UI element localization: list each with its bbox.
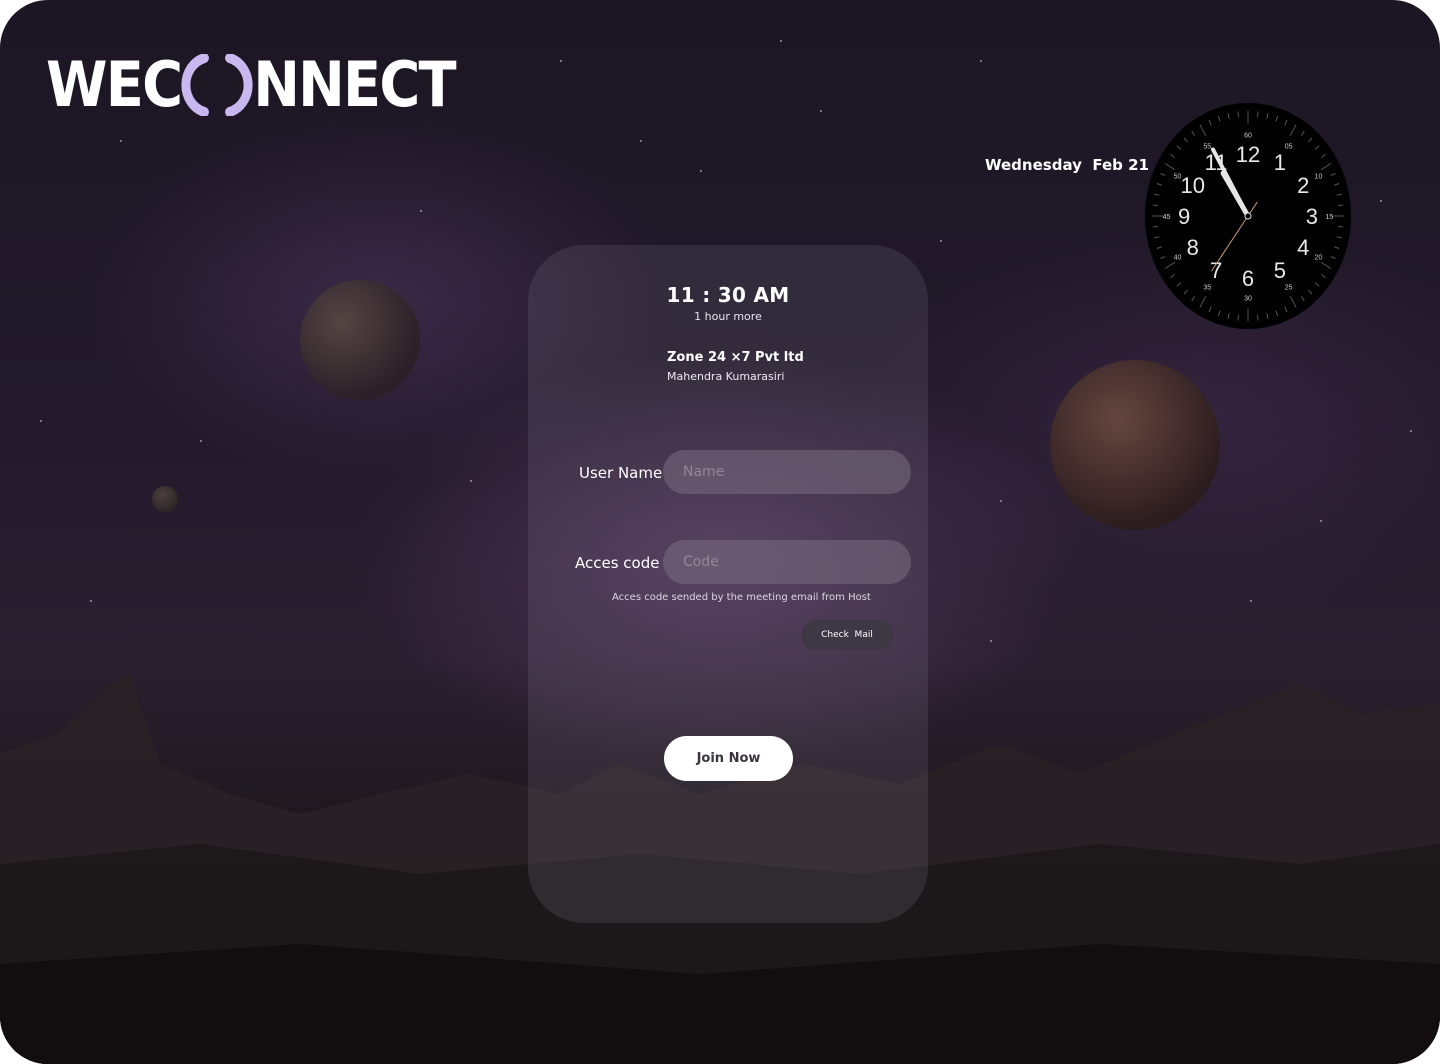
clock-center-pin [1244, 212, 1252, 220]
clock-minute-number: 35 [1203, 284, 1211, 291]
meeting-time-block: 11 : 30 AM 1 hour more [528, 283, 928, 323]
clock-tick [1152, 204, 1158, 207]
clock-minute-number: 25 [1285, 284, 1293, 291]
clock-tick [1237, 111, 1240, 118]
join-now-button[interactable]: Join Now [664, 736, 793, 781]
organization-name: Zone 24 ×7 Pvt ltd [667, 350, 804, 365]
clock-hour-number: 9 [1178, 204, 1190, 229]
clock-hour-number: 1 [1274, 150, 1286, 175]
meeting-time-note: 1 hour more [694, 310, 762, 323]
clock-hour-number: 6 [1242, 266, 1254, 291]
check-mail-button[interactable]: Check Mail [801, 620, 893, 650]
clock-tick [1152, 225, 1158, 228]
planet-small [152, 486, 178, 512]
clock-minute-number: 20 [1315, 255, 1323, 262]
clock-minute-number: 45 [1163, 214, 1171, 221]
clock-minute-number: 40 [1174, 255, 1182, 262]
clock-hour-number: 3 [1306, 204, 1318, 229]
host-name: Mahendra Kumarasiri [667, 370, 785, 383]
clock-hour-number: 8 [1187, 235, 1199, 260]
access-code-hint: Acces code sended by the meeting email f… [612, 592, 871, 603]
clock-hour-number: 10 [1180, 173, 1204, 198]
clock-tick [1338, 204, 1344, 207]
planet-left [300, 280, 420, 400]
join-card [528, 245, 928, 923]
clock-tick [1237, 314, 1240, 321]
clock-hour-number: 12 [1236, 142, 1260, 167]
username-input[interactable] [663, 450, 911, 494]
logo-ring-icon [181, 54, 253, 116]
access-code-input[interactable] [663, 540, 911, 584]
clock-minute-number: 30 [1244, 295, 1252, 302]
clock-hour-number: 4 [1297, 235, 1309, 260]
weconnect-logo: WEC NNECT [46, 48, 457, 121]
date-label: Wednesday Feb 21 [985, 156, 1149, 174]
clock-tick [1338, 225, 1344, 228]
clock-tick [1256, 314, 1259, 321]
clock-minute-number: 10 [1315, 173, 1323, 180]
clock-tick [1256, 111, 1259, 118]
clock-hour-number: 5 [1274, 258, 1286, 283]
clock-minute-number: 15 [1325, 214, 1333, 221]
username-label: User Name [579, 464, 663, 482]
logo-text-left: WEC [46, 47, 183, 121]
zone-watermark: Zone [1291, 678, 1319, 692]
clock-hour-number: 2 [1297, 173, 1309, 198]
access-code-label: Acces code [575, 554, 660, 572]
analog-clock: 600510152025303540455055 12 1234567891011 [1145, 103, 1351, 329]
app-frame: WEC NNECT Wednesday Feb 21 60 05 10 15 20 25 3… [0, 0, 1440, 1064]
planet-right [1050, 360, 1220, 530]
clock-minute-number: 60 [1244, 133, 1252, 140]
logo-text-right: NNECT [253, 47, 456, 121]
organization-block: Zone 24 ×7 Pvt ltd Mahendra Kumarasiri [667, 350, 804, 383]
meeting-time: 11 : 30 AM [666, 283, 790, 307]
